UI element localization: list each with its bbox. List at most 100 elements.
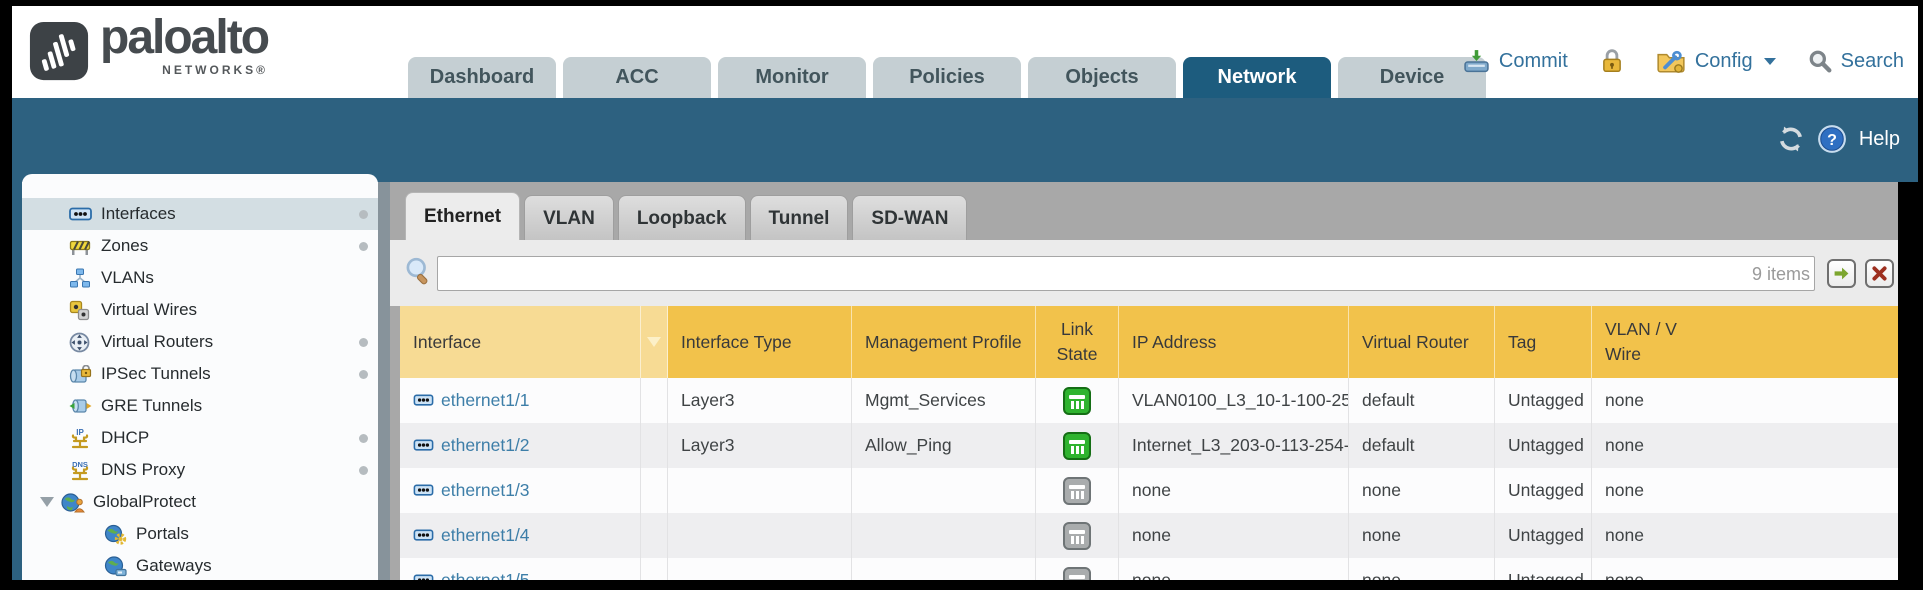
cell-management-profile: Mgmt_Services xyxy=(852,378,1036,423)
interface-link[interactable]: ethernet1/3 xyxy=(413,480,530,501)
cell-management-profile xyxy=(852,558,1036,580)
column-header-virtual-router[interactable]: Virtual Router xyxy=(1349,306,1495,378)
dhcp-icon: IP xyxy=(69,427,93,449)
teal-band xyxy=(12,98,1918,182)
column-header-link-state[interactable]: Link State xyxy=(1036,306,1119,378)
table-row[interactable]: ethernet1/4 none none Untagged none xyxy=(400,513,1898,558)
interfaces-table: Interface Interface Type Management Prof… xyxy=(400,306,1898,580)
cell-interface-type xyxy=(668,513,852,558)
expander-icon[interactable] xyxy=(40,497,54,507)
lock-icon[interactable] xyxy=(1600,48,1624,74)
table-row[interactable]: ethernet1/3 none none Untagged none xyxy=(400,468,1898,513)
config-caret-icon[interactable] xyxy=(1764,58,1776,65)
table-row[interactable]: ethernet1/5 none none Untagged none xyxy=(400,558,1898,580)
sidebar-item-virtual-wires[interactable]: Virtual Wires xyxy=(22,294,378,326)
commit-icon[interactable] xyxy=(1463,49,1490,74)
gre-tunnels-icon xyxy=(69,395,93,417)
table-row[interactable]: ethernet1/2 Layer3 Allow_Ping Internet_L… xyxy=(400,423,1898,468)
clear-filter-button[interactable] xyxy=(1865,259,1894,288)
item-dot xyxy=(359,338,368,347)
sidebar-item-virtual-routers[interactable]: Virtual Routers xyxy=(22,326,378,358)
column-header-ip-address[interactable]: IP Address xyxy=(1119,306,1349,378)
tab-vlan[interactable]: VLAN xyxy=(524,195,614,240)
apply-filter-button[interactable] xyxy=(1827,259,1856,288)
sidebar-item-dhcp[interactable]: IP DHCP xyxy=(22,422,378,454)
sidebar-item-label: GlobalProtect xyxy=(93,492,196,512)
sidebar-item-globalprotect[interactable]: GlobalProtect xyxy=(22,486,378,518)
sidebar-item-interfaces[interactable]: Interfaces xyxy=(22,198,378,230)
interfaces-icon xyxy=(69,203,93,225)
help-label[interactable]: Help xyxy=(1859,128,1900,151)
filter-input[interactable] xyxy=(437,256,1815,291)
left-teal-strip xyxy=(12,98,22,580)
column-header-tag[interactable]: Tag xyxy=(1495,306,1592,378)
cell-vlan-virtual-wire: none xyxy=(1592,378,1898,423)
table-row[interactable]: ethernet1/1 Layer3 Mgmt_Services VLAN010… xyxy=(400,378,1898,423)
cell-virtual-router: none xyxy=(1349,513,1495,558)
nav-tab-network[interactable]: Network xyxy=(1183,57,1331,98)
column-header-vlan-virtual-wire[interactable]: VLAN / V Wire xyxy=(1592,306,1898,378)
paloalto-logo-icon xyxy=(28,20,90,82)
interface-type-tabs: Ethernet VLAN Loopback Tunnel SD-WAN xyxy=(405,192,967,240)
sidebar-item-label: Virtual Wires xyxy=(101,300,197,320)
svg-text:?: ? xyxy=(1827,131,1837,149)
cell-interface-type xyxy=(668,468,852,513)
sidebar-item-dns-proxy[interactable]: DNS DNS Proxy xyxy=(22,454,378,486)
search-button[interactable]: Search xyxy=(1841,50,1904,73)
config-button[interactable]: Config xyxy=(1695,50,1753,73)
tab-tunnel[interactable]: Tunnel xyxy=(750,195,849,240)
item-dot xyxy=(359,466,368,475)
nav-tab-monitor[interactable]: Monitor xyxy=(718,57,866,98)
commit-button[interactable]: Commit xyxy=(1499,50,1568,73)
cell-ip-address: none xyxy=(1119,513,1349,558)
column-header-interface-type[interactable]: Interface Type xyxy=(668,306,852,378)
sidebar-item-vlans[interactable]: VLANs xyxy=(22,262,378,294)
interface-link[interactable]: ethernet1/2 xyxy=(413,435,530,456)
nav-tab-policies[interactable]: Policies xyxy=(873,57,1021,98)
main-nav-tabs: Dashboard ACC Monitor Policies Objects N… xyxy=(408,57,1486,98)
nav-tab-dashboard[interactable]: Dashboard xyxy=(408,57,556,98)
sidebar-item-label: DNS Proxy xyxy=(101,460,185,480)
zones-icon xyxy=(69,235,93,257)
sort-menu-button[interactable] xyxy=(641,306,668,378)
sidebar-item-portals[interactable]: Portals xyxy=(22,518,378,550)
nav-tab-objects[interactable]: Objects xyxy=(1028,57,1176,98)
cell-virtual-router: default xyxy=(1349,378,1495,423)
tab-loopback[interactable]: Loopback xyxy=(618,195,746,240)
ethernet-port-icon xyxy=(413,484,434,497)
tab-sdwan[interactable]: SD-WAN xyxy=(852,195,967,240)
column-header-management-profile[interactable]: Management Profile xyxy=(852,306,1036,378)
sidebar-item-gateways[interactable]: Gateways xyxy=(22,550,378,580)
svg-text:IP: IP xyxy=(76,428,84,437)
screen: paloalto NETWORKS® Dashboard ACC Monitor… xyxy=(12,6,1918,580)
sidebar-item-label: Gateways xyxy=(136,556,212,576)
cell-interface-type: Layer3 xyxy=(668,423,852,468)
filter-search-icon xyxy=(404,256,434,288)
paloalto-logo: paloalto NETWORKS® xyxy=(28,14,268,82)
sidebar-item-ipsec-tunnels[interactable]: IPSec Tunnels xyxy=(22,358,378,390)
sidebar-item-zones[interactable]: Zones xyxy=(22,230,378,262)
column-header-interface[interactable]: Interface xyxy=(400,306,641,378)
item-dot xyxy=(359,242,368,251)
link-state-icon xyxy=(1063,387,1091,415)
help-icon[interactable]: ? xyxy=(1817,124,1847,154)
interface-link[interactable]: ethernet1/5 xyxy=(413,570,530,580)
cell-ip-address: none xyxy=(1119,468,1349,513)
search-icon[interactable] xyxy=(1808,49,1832,73)
cell-management-profile xyxy=(852,513,1036,558)
nav-tab-acc[interactable]: ACC xyxy=(563,57,711,98)
config-icon[interactable] xyxy=(1656,48,1686,74)
tab-ethernet[interactable]: Ethernet xyxy=(405,192,520,240)
ethernet-port-icon xyxy=(413,439,434,452)
cell-vlan-virtual-wire: none xyxy=(1592,513,1898,558)
interface-link[interactable]: ethernet1/4 xyxy=(413,525,530,546)
sidebar-item-label: IPSec Tunnels xyxy=(101,364,211,384)
sidebar-item-gre-tunnels[interactable]: GRE Tunnels xyxy=(22,390,378,422)
cell-tag: Untagged xyxy=(1495,558,1592,580)
refresh-icon[interactable] xyxy=(1777,125,1805,153)
interface-link[interactable]: ethernet1/1 xyxy=(413,390,530,411)
cell-interface-type xyxy=(668,558,852,580)
cell-vlan-virtual-wire: none xyxy=(1592,558,1898,580)
content-area: Ethernet VLAN Loopback Tunnel SD-WAN 9 i… xyxy=(390,182,1898,580)
cell-virtual-router: none xyxy=(1349,468,1495,513)
